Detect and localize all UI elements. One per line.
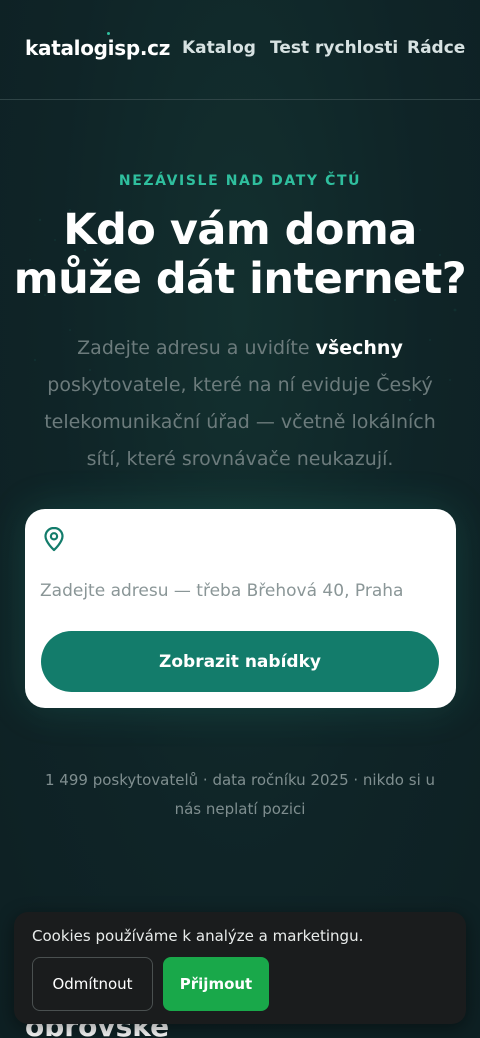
site-logo[interactable]: katalogisp.cz [25, 36, 170, 60]
nav-katalog[interactable]: Katalog [182, 38, 256, 58]
nav-test-rychlosti[interactable]: Test rychlosti [270, 38, 398, 58]
logo-accent-dot [107, 32, 110, 35]
site-header: katalogisp.cz Katalog Test rychlosti Rád… [0, 0, 480, 100]
hero-subtitle-before: Zadejte adresu a uvidíte [77, 337, 316, 359]
hero-eyebrow: NEZÁVISLE NAD DATY ČTÚ [118, 173, 362, 189]
cookie-banner: Cookies používáme k analýze a marketingu… [14, 912, 466, 1024]
page: katalogisp.cz Katalog Test rychlosti Rád… [0, 0, 480, 1038]
hero-title: Kdo vám doma může dát internet? [0, 206, 480, 304]
hero-subtitle-after: poskytovatele, které na ní eviduje Český… [44, 374, 436, 470]
show-offers-button[interactable]: Zobrazit nabídky [41, 631, 439, 692]
hero-title-line-1: Kdo vám doma [63, 205, 417, 255]
cookie-accept-button[interactable]: Přijmout [163, 957, 269, 1011]
hero-title-line-2: může dát internet? [13, 254, 467, 304]
map-pin-icon [44, 526, 64, 552]
cookie-text: Cookies používáme k analýze a marketingu… [32, 927, 364, 945]
hero-subtitle: Zadejte adresu a uvidíte všechny poskyto… [30, 330, 450, 478]
address-search-card: Zobrazit nabídky [25, 509, 456, 708]
stats-text: 1 499 poskytovatelů · data ročníku 2025 … [44, 771, 436, 818]
cookie-decline-button[interactable]: Odmítnout [32, 957, 153, 1011]
nav-radce[interactable]: Rádce [407, 38, 465, 58]
hero-subtitle-strong: všechny [315, 337, 403, 359]
address-input[interactable] [40, 571, 440, 611]
